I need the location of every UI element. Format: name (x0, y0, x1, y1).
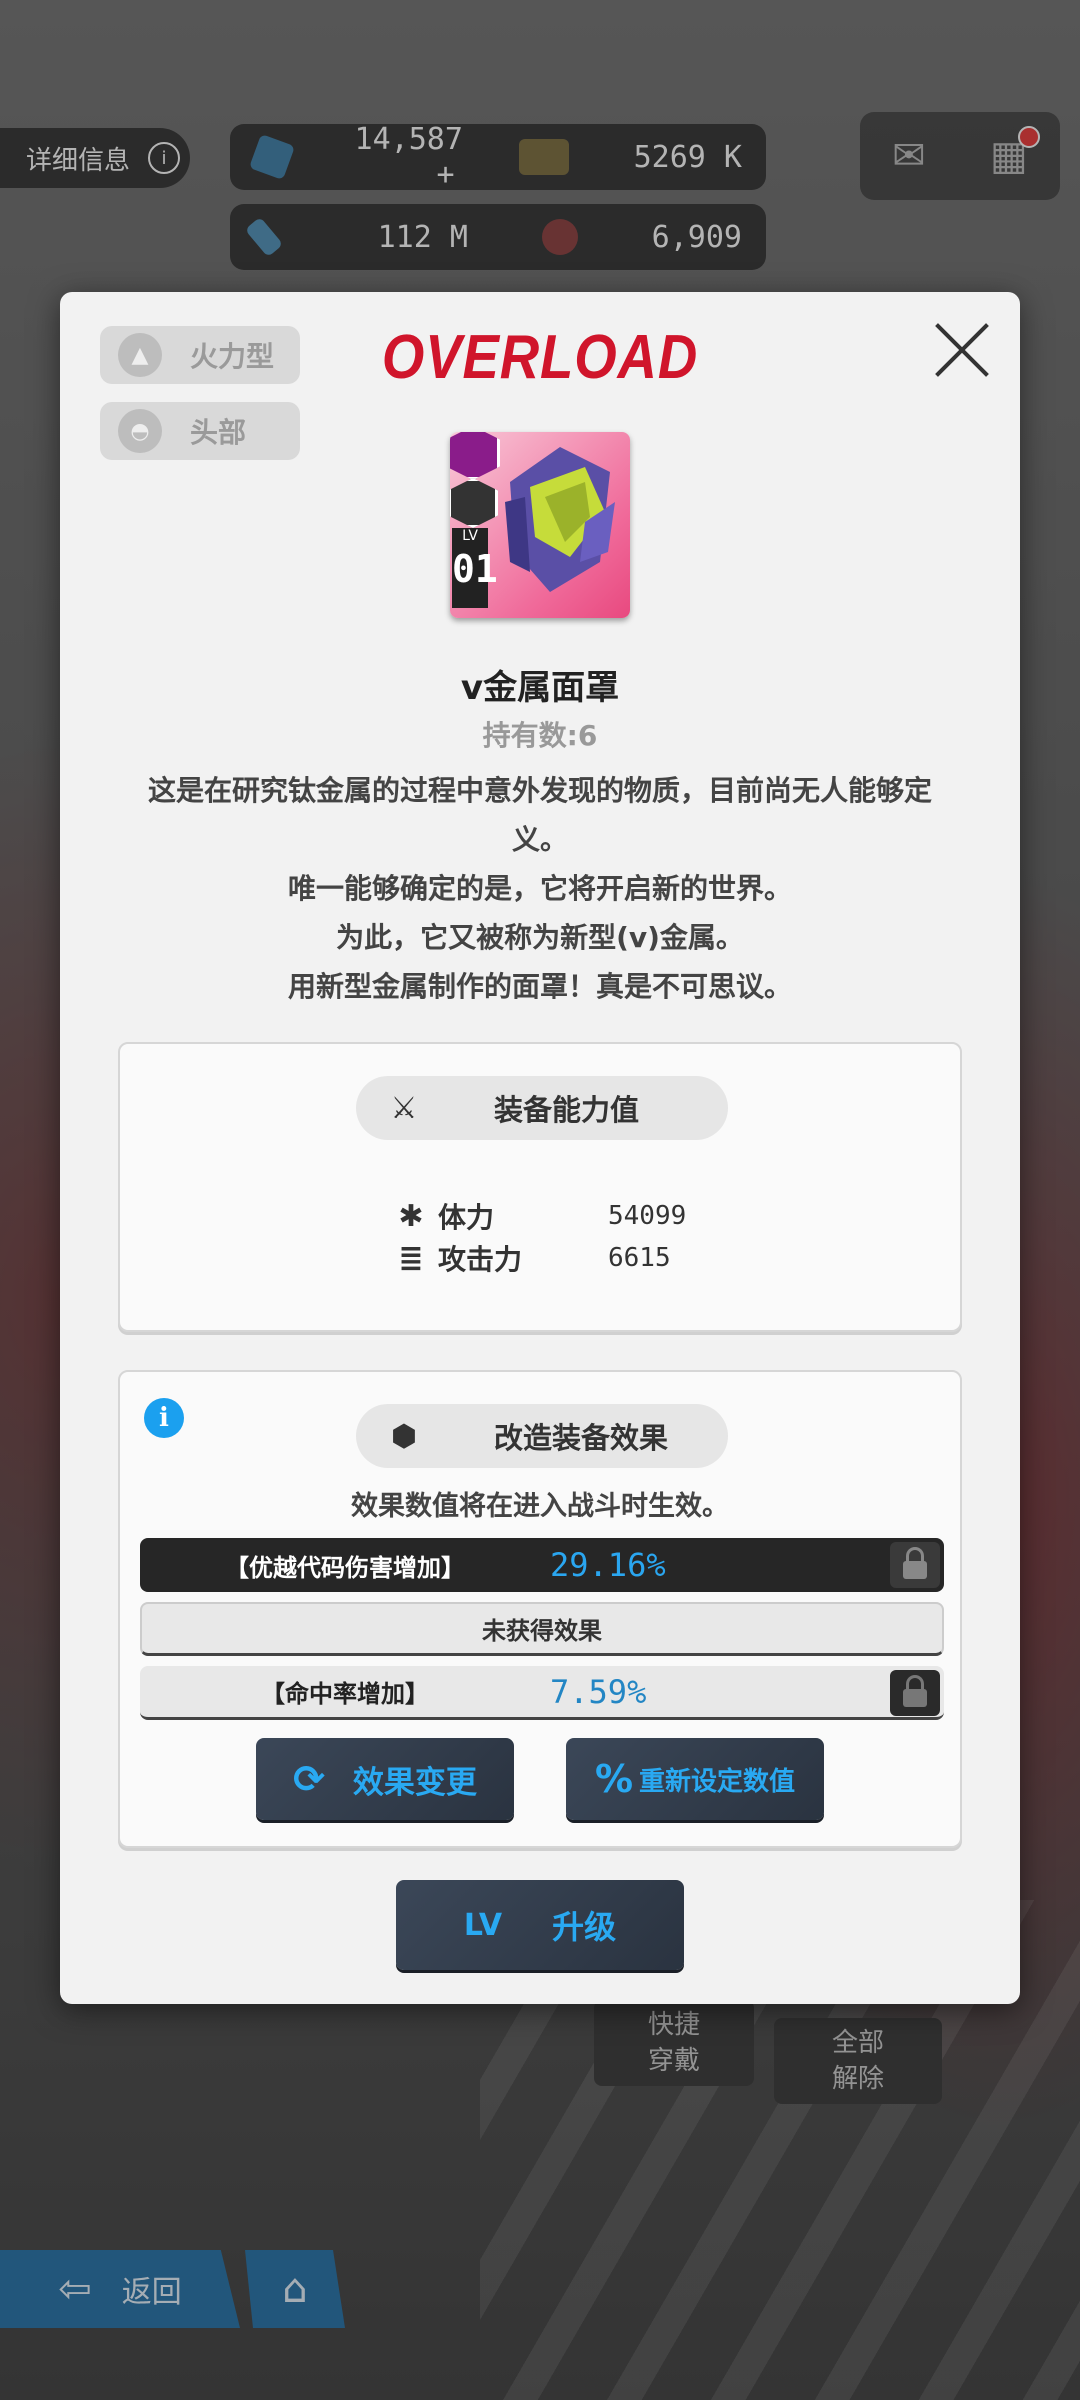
equipment-detail-modal: ▲ 火力型 ◓ 头部 OVERLOAD LV 01 v金属面罩 持有数:6 这是… (60, 292, 1020, 2004)
lock-icon[interactable] (890, 1670, 940, 1716)
stat-row-attack: ≣ 攻击力 6615 (396, 1238, 671, 1278)
effect-value: 7.59% (550, 1672, 647, 1711)
stat-value: 54099 (608, 1201, 687, 1231)
percent-icon: % (594, 1757, 634, 1801)
item-level-box: LV 01 (452, 528, 498, 608)
description-line: 义。 (511, 823, 568, 856)
effect-panel-title: 改造装备效果 (494, 1421, 669, 1455)
slot-tag-label: 头部 (190, 416, 247, 449)
effect-name: 【优越代码伤害增加】 (225, 1553, 465, 1582)
helmet-icon: ◓ (118, 409, 162, 453)
slot-tag: ◓ 头部 (100, 402, 300, 460)
stat-label: 体力 (438, 1201, 495, 1234)
bullets-icon: ≣ (398, 1240, 424, 1276)
stats-panel-header: ⚔ 装备能力值 (356, 1076, 728, 1140)
item-description: 这是在研究钛金属的过程中意外发现的物质，目前尚无人能够定 义。 唯一能够确定的是… (110, 766, 970, 1011)
effect-name: 【命中率增加】 (261, 1680, 429, 1708)
upgrade-button[interactable]: LV 升级 (396, 1880, 684, 1970)
upgrade-label: 升级 (552, 1908, 617, 1946)
description-line: 为此，它又被称为新型(v)金属。 (336, 921, 744, 954)
module-icon: ⬢ (390, 1418, 418, 1454)
effect-name: 未获得效果 (482, 1617, 602, 1645)
effect-panel: i ⬢ 改造装备效果 效果数值将在进入战斗时生效。 【优越代码伤害增加】 29.… (118, 1370, 962, 1848)
change-effect-label: 效果变更 (352, 1764, 477, 1801)
effect-panel-header: ⬢ 改造装备效果 (356, 1404, 728, 1468)
reset-value-button[interactable]: % 重新设定数值 (566, 1738, 824, 1820)
effect-note: 效果数值将在进入战斗时生效。 (351, 1491, 729, 1522)
effect-slot-1: 【优越代码伤害增加】 29.16% (140, 1538, 944, 1592)
close-icon[interactable] (932, 320, 992, 380)
item-icon-card: LV 01 (450, 432, 630, 618)
stat-label: 攻击力 (438, 1243, 523, 1276)
crossed-swords-icon: ⚔ (390, 1090, 418, 1126)
effect-slot-2: 未获得效果 (140, 1602, 944, 1656)
level-value: 01 (452, 547, 498, 591)
stat-value: 6615 (608, 1243, 671, 1273)
level-up-icon: LV (463, 1907, 503, 1943)
effect-slot-3: 【命中率增加】 7.59% (140, 1666, 944, 1720)
level-label: LV (462, 528, 478, 544)
stats-panel: ⚔ 装备能力值 ✱ 体力 54099 ≣ 攻击力 6615 (118, 1042, 962, 1332)
effect-value: 29.16% (550, 1546, 666, 1584)
description-line: 用新型金属制作的面罩！真是不可思议。 (287, 970, 792, 1003)
overload-title: OVERLOAD (381, 323, 699, 392)
description-line: 唯一能够确定的是，它将开启新的世界。 (287, 872, 792, 905)
refresh-icon: ⟳ (293, 1757, 325, 1801)
lock-icon[interactable] (890, 1542, 940, 1588)
stat-row-hp: ✱ 体力 54099 (396, 1196, 686, 1236)
asterisk-icon: ✱ (398, 1198, 424, 1234)
description-line: 这是在研究钛金属的过程中意外发现的物质，目前尚无人能够定 (147, 774, 932, 807)
change-effect-button[interactable]: ⟳ 效果变更 (256, 1738, 514, 1820)
reset-value-label: 重新设定数值 (639, 1766, 796, 1797)
visor-art (505, 447, 615, 592)
item-name: v金属面罩 (460, 668, 620, 708)
stats-panel-title: 装备能力值 (494, 1093, 640, 1127)
owned-count: 持有数:6 (482, 719, 598, 752)
info-icon[interactable]: i (144, 1398, 184, 1438)
